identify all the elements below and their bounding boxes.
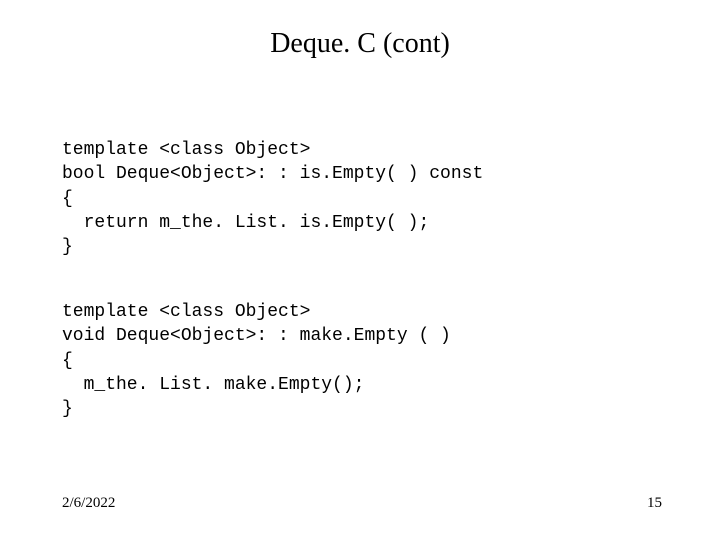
code-block-isempty: template <class Object> bool Deque<Objec… — [62, 138, 483, 259]
footer-page-number: 15 — [647, 495, 662, 512]
slide-title: Deque. C (cont) — [0, 28, 720, 60]
slide: Deque. C (cont) template <class Object> … — [0, 0, 720, 540]
footer-date: 2/6/2022 — [62, 495, 115, 512]
code-block-makeempty: template <class Object> void Deque<Objec… — [62, 300, 451, 421]
